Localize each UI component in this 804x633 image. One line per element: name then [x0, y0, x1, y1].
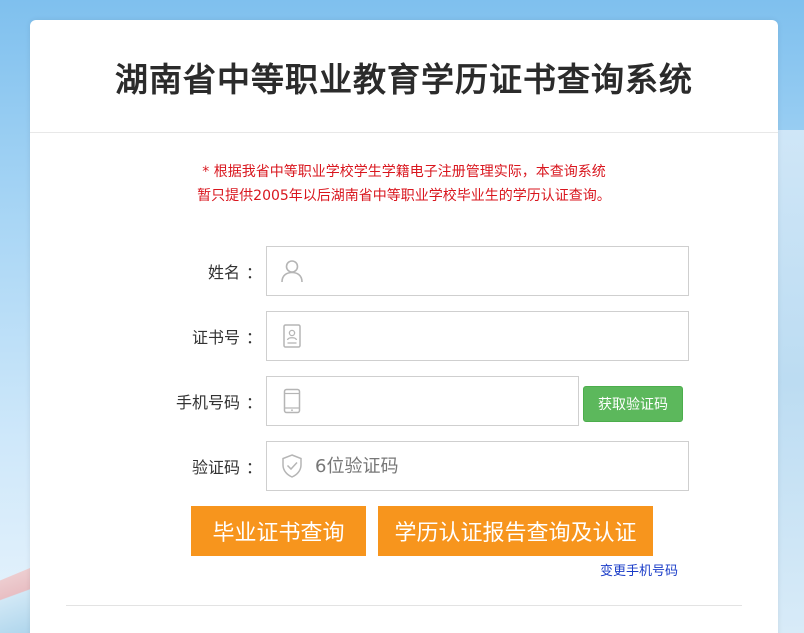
verification-code-input[interactable] — [305, 442, 688, 490]
notice-line-1: * 根据我省中等职业学校学生学籍电子注册管理实际，本查询系统 — [202, 164, 606, 180]
divider — [66, 605, 742, 606]
cert-row: 证书号： — [30, 311, 778, 361]
cert-number-input[interactable] — [305, 312, 688, 360]
phone-label: 手机号码： — [175, 393, 262, 412]
background-decoration-right — [778, 130, 804, 633]
phone-field[interactable] — [266, 376, 579, 426]
name-field[interactable] — [266, 246, 689, 296]
cert-number-field[interactable] — [266, 311, 689, 361]
get-code-button[interactable]: 获取验证码 — [583, 386, 683, 422]
card-header: 湖南省中等职业教育学历证书查询系统 — [30, 20, 778, 133]
code-row: 验证码： — [30, 441, 778, 491]
cert-label: 证书号： — [191, 328, 262, 347]
mobile-phone-icon — [283, 388, 301, 414]
graduation-cert-query-button[interactable]: 毕业证书查询 — [191, 506, 366, 556]
name-label: 姓名： — [207, 263, 262, 282]
id-card-icon — [283, 324, 301, 348]
page-title: 湖南省中等职业教育学历证书查询系统 — [115, 60, 693, 99]
notice-line-2: 暂只提供2005年以后湖南省中等职业学校毕业生的学历认证查询。 — [197, 188, 611, 204]
verification-code-field[interactable] — [266, 441, 689, 491]
query-card: 湖南省中等职业教育学历证书查询系统 * 根据我省中等职业学校学生学籍电子注册管理… — [30, 20, 778, 633]
phone-row: 手机号码： 获取验证码 — [30, 376, 778, 426]
name-input[interactable] — [305, 247, 688, 295]
shield-check-icon — [282, 454, 302, 478]
user-icon — [281, 260, 303, 283]
phone-input[interactable] — [305, 377, 578, 425]
change-phone-link[interactable]: 变更手机号码 — [600, 560, 678, 579]
name-row: 姓名： — [30, 246, 778, 296]
code-label: 验证码： — [191, 458, 262, 477]
degree-report-query-button[interactable]: 学历认证报告查询及认证 — [378, 506, 653, 556]
notice-text: * 根据我省中等职业学校学生学籍电子注册管理实际，本查询系统 暂只提供2005年… — [30, 160, 778, 208]
